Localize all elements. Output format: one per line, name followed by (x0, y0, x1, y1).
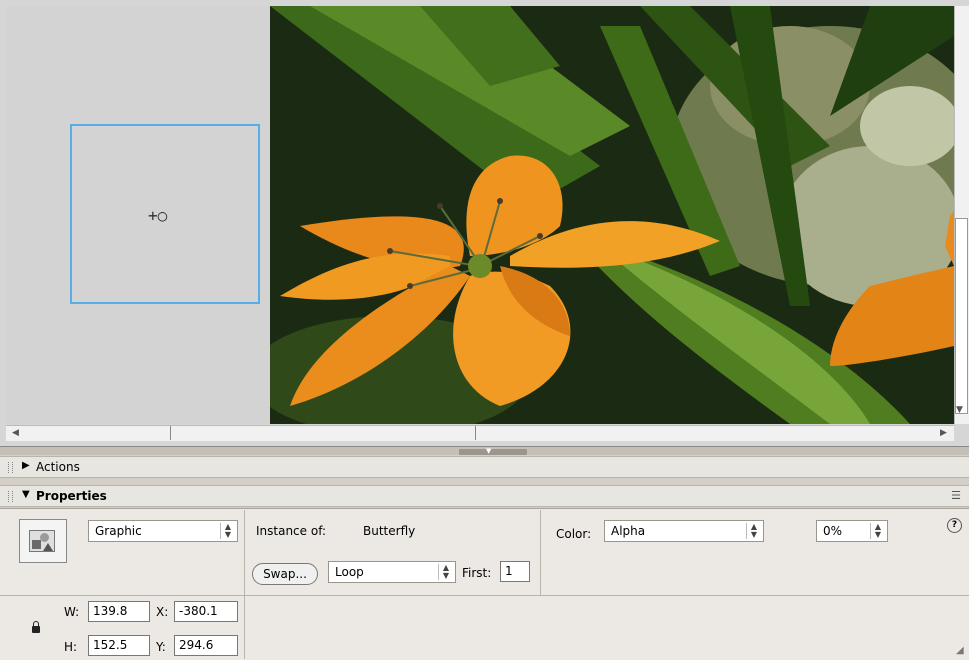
lily-photo-image (270, 6, 954, 424)
y-label: Y: (156, 640, 166, 654)
x-label: X: (156, 605, 169, 619)
height-label: H: (64, 640, 78, 654)
swap-button[interactable]: Swap... (252, 563, 318, 585)
properties-panel-header[interactable]: ▼ Properties ☰ (0, 485, 969, 507)
horizontal-scrollbar[interactable] (6, 425, 954, 441)
width-field[interactable]: 139.8 (88, 601, 150, 622)
loop-mode-value: Loop (335, 565, 364, 579)
lock-icon[interactable] (32, 621, 40, 633)
registration-point-icon[interactable]: +○ (148, 206, 167, 225)
color-label: Color: (556, 527, 592, 541)
expand-arrow-icon[interactable]: ▶ (22, 460, 30, 471)
divider (0, 595, 969, 596)
alpha-value: 0% (823, 524, 843, 538)
scroll-right-icon[interactable]: ▶ (940, 428, 947, 438)
height-field[interactable]: 152.5 (88, 635, 150, 656)
instance-of-label: Instance of: (256, 524, 327, 538)
first-frame-field[interactable]: 1 (500, 561, 530, 582)
instance-name: Butterfly (363, 524, 416, 538)
help-icon[interactable]: ? (947, 518, 962, 533)
collapse-arrow-icon[interactable]: ▼ (22, 489, 30, 500)
symbol-behavior-value: Graphic (95, 524, 142, 538)
spinner-icon: ▲ ▼ (220, 523, 235, 539)
panel-grip-icon[interactable] (8, 462, 13, 473)
divider (244, 596, 245, 659)
symbol-behavior-select[interactable]: Graphic ▲ ▼ (88, 520, 238, 542)
alpha-value-select[interactable]: 0% ▲ ▼ (816, 520, 888, 542)
width-label: W: (64, 605, 80, 619)
stage-photo (270, 6, 954, 424)
properties-panel-title[interactable]: Properties (36, 489, 107, 503)
scroll-left-icon[interactable]: ◀ (12, 428, 19, 438)
vertical-scroll-thumb[interactable] (955, 218, 968, 414)
scroll-down-icon[interactable]: ▼ (956, 405, 963, 415)
graphic-symbol-icon (19, 519, 67, 563)
color-effect-value: Alpha (611, 524, 646, 538)
spinner-icon: ▲ ▼ (438, 564, 453, 580)
collapse-arrow-icon[interactable]: ▼ (486, 447, 491, 455)
splitter-handle[interactable] (459, 449, 527, 455)
x-field[interactable]: -380.1 (174, 601, 238, 622)
spinner-icon: ▲ ▼ (870, 523, 885, 539)
first-frame-label: First: (462, 566, 492, 580)
divider (540, 510, 541, 595)
panel-grip-icon[interactable] (8, 491, 13, 502)
y-field[interactable]: 294.6 (174, 635, 238, 656)
color-effect-select[interactable]: Alpha ▲ ▼ (604, 520, 764, 542)
actions-panel-title[interactable]: Actions (36, 460, 80, 474)
spinner-icon: ▲ ▼ (746, 523, 761, 539)
horizontal-scroll-thumb[interactable] (170, 426, 476, 440)
resize-grip-icon[interactable]: ◢ (956, 645, 964, 656)
actions-panel-header[interactable]: ▶ Actions (0, 456, 969, 478)
loop-mode-select[interactable]: Loop ▲ ▼ (328, 561, 456, 583)
panel-options-icon[interactable]: ☰ (951, 489, 961, 502)
